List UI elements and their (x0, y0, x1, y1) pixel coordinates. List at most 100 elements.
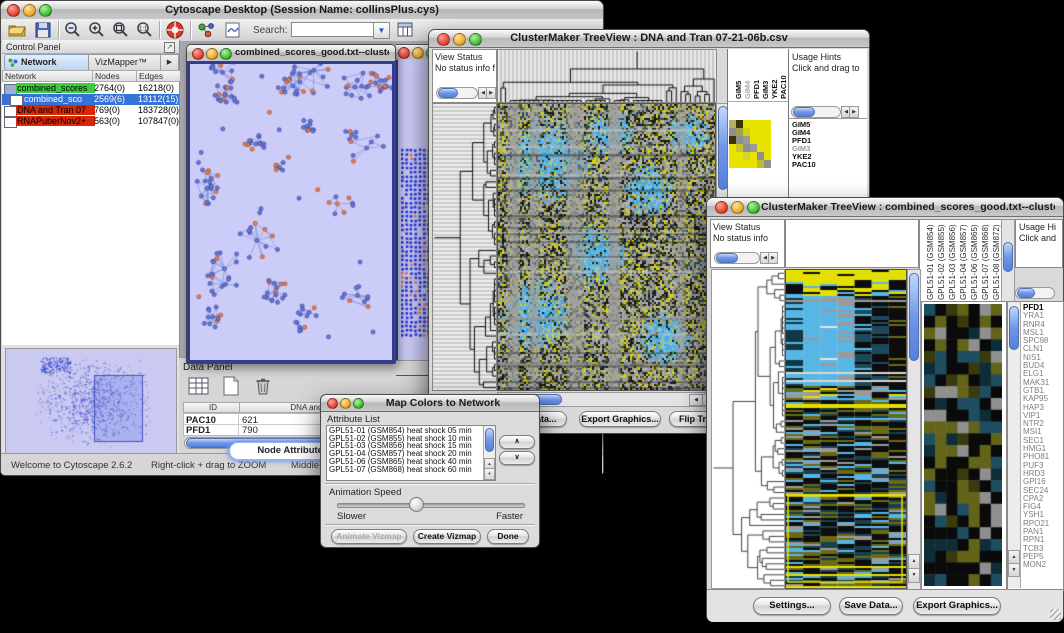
resize-grip-icon[interactable] (1050, 609, 1061, 620)
network-canvas-1[interactable] (187, 61, 395, 363)
matrix-cell[interactable] (743, 144, 750, 152)
save-data-button[interactable]: Save Data... (839, 597, 903, 615)
float-panel-icon[interactable]: ↗ (164, 42, 175, 53)
save-icon[interactable] (33, 21, 53, 39)
matrix-cell[interactable] (729, 152, 736, 160)
matrix-cell[interactable] (743, 128, 750, 136)
matrix-cell[interactable] (757, 136, 764, 144)
matrix-cell[interactable] (750, 136, 757, 144)
animate-vizmap-button[interactable]: Animate Vizmap (331, 529, 407, 544)
create-vizmap-button[interactable]: Create Vizmap (413, 529, 481, 544)
col-header-edges[interactable]: Edges (136, 70, 181, 82)
matrix-cell[interactable] (757, 128, 764, 136)
column-label[interactable]: GPL51-04 (GSM857) (959, 224, 968, 300)
matrix-cell[interactable] (736, 152, 743, 160)
speed-slider-track[interactable] (337, 503, 525, 508)
matrix-cell[interactable] (750, 144, 757, 152)
hints-scrollbar[interactable] (791, 106, 841, 118)
matrix-cell[interactable] (729, 120, 736, 128)
minimize-icon[interactable] (412, 47, 424, 59)
matrix-cell[interactable] (764, 120, 771, 128)
array-dendrogram[interactable] (497, 49, 717, 103)
labels-vscrollbar[interactable]: ▲ ▼ (1008, 302, 1021, 588)
column-label[interactable]: GPL51-06 (GSM865) (970, 224, 979, 300)
minimize-icon[interactable] (206, 48, 218, 60)
matrix-cell[interactable] (736, 160, 743, 168)
list-vscrollbar[interactable]: ▲ ▼ (483, 426, 495, 480)
scroll-down-icon[interactable]: ▼ (484, 468, 495, 480)
column-label[interactable]: GPL51-08 (GSM872) (992, 224, 1001, 300)
zoom-window-icon[interactable] (39, 4, 52, 17)
col-header-network[interactable]: Network (2, 70, 94, 82)
network-overview-panel[interactable] (5, 348, 177, 454)
network-row[interactable]: combined_scores 2764(0) 16218(0) (2, 83, 179, 94)
minimize-icon[interactable] (731, 201, 744, 214)
zoom-selected-icon[interactable] (111, 21, 131, 39)
matrix-cell[interactable] (764, 128, 771, 136)
minimize-icon[interactable] (23, 4, 36, 17)
main-titlebar[interactable]: Cytoscape Desktop (Session Name: collins… (1, 1, 603, 20)
zoom-heatmap[interactable] (924, 304, 1002, 586)
matrix-cell[interactable] (757, 120, 764, 128)
scrollbar-thumb[interactable] (438, 88, 458, 98)
close-icon[interactable] (398, 47, 410, 59)
vizmapper-shortcut-icon[interactable] (197, 21, 217, 39)
scrollbar-thumb[interactable] (716, 253, 738, 263)
matrix-cell[interactable] (750, 128, 757, 136)
matrix-cell[interactable] (757, 144, 764, 152)
move-up-button[interactable]: ∧ (499, 435, 535, 449)
move-down-button[interactable]: ∨ (499, 451, 535, 465)
matrix-cell[interactable] (764, 144, 771, 152)
matrix-cell[interactable] (750, 120, 757, 128)
scroll-right-icon[interactable]: ▶ (768, 252, 778, 264)
scrollbar-thumb[interactable] (793, 107, 815, 117)
matrix-cell[interactable] (743, 160, 750, 168)
labels-vscrollbar[interactable] (1001, 219, 1015, 303)
column-label[interactable]: GPL51-02 (GSM855) (937, 224, 946, 300)
column-label[interactable]: GPL51-07 (GSM868) (981, 224, 990, 300)
settings-button[interactable]: Settings... (753, 597, 831, 615)
column-label[interactable]: GIM3 (761, 81, 770, 99)
zoom-fit-icon[interactable]: 1:1 (135, 21, 155, 39)
column-label[interactable]: GPL51-01 (GSM854) (926, 224, 935, 300)
matrix-cell[interactable] (743, 152, 750, 160)
hints-scrollbar[interactable] (1015, 287, 1055, 299)
scroll-right-icon[interactable]: ▶ (849, 106, 859, 118)
matrix-cell[interactable] (750, 160, 757, 168)
search-input[interactable] (291, 22, 377, 37)
matrix-cell[interactable] (736, 128, 743, 136)
matrix-cell[interactable] (729, 160, 736, 168)
matrix-cell[interactable] (729, 136, 736, 144)
column-label[interactable]: GIM5 (734, 81, 743, 99)
matrix-cell[interactable] (736, 120, 743, 128)
network-row-selected[interactable]: combined_sco 2569(6) 13112(15) (2, 94, 179, 105)
column-label[interactable]: GPL51-03 (GSM856) (948, 224, 957, 300)
attribute-list-item[interactable]: GPL51-07 (GSM868) heat shock 60 min (327, 466, 481, 474)
matrix-cell[interactable] (729, 144, 736, 152)
tab-vizmapper[interactable]: VizMapper™ (88, 54, 162, 71)
expression-heatmap[interactable] (497, 103, 716, 391)
scrollbar-thumb[interactable] (1009, 306, 1019, 350)
done-button[interactable]: Done (487, 529, 529, 544)
close-icon[interactable] (437, 33, 450, 46)
scrollbar-thumb[interactable] (1017, 288, 1035, 298)
export-graphics-button[interactable]: Export Graphics... (913, 597, 1001, 615)
search-dropdown-icon[interactable]: ▼ (373, 22, 390, 39)
annotation-icon[interactable] (223, 21, 243, 39)
col-header-nodes[interactable]: Nodes (92, 70, 138, 82)
cell-value[interactable]: 790 (242, 425, 258, 436)
close-icon[interactable] (192, 48, 204, 60)
matrix-cell[interactable] (764, 152, 771, 160)
tab-overflow-button[interactable]: ▶ (160, 54, 179, 71)
scroll-up-icon[interactable]: ▲ (1008, 550, 1020, 564)
gene-dendrogram[interactable] (432, 103, 497, 391)
new-attribute-icon[interactable] (219, 375, 243, 402)
matrix-cell[interactable] (736, 144, 743, 152)
help-lifesaver-icon[interactable] (165, 21, 185, 39)
close-icon[interactable] (327, 398, 338, 409)
network-canvas-2[interactable] (396, 60, 432, 360)
matrix-cell[interactable] (764, 160, 771, 168)
column-label[interactable]: PAC10 (779, 75, 788, 99)
attribute-listbox[interactable]: GPL51-01 (GSM854) heat shock 05 minGPL51… (326, 425, 496, 481)
gene-label[interactable]: MON2 (1023, 561, 1061, 569)
